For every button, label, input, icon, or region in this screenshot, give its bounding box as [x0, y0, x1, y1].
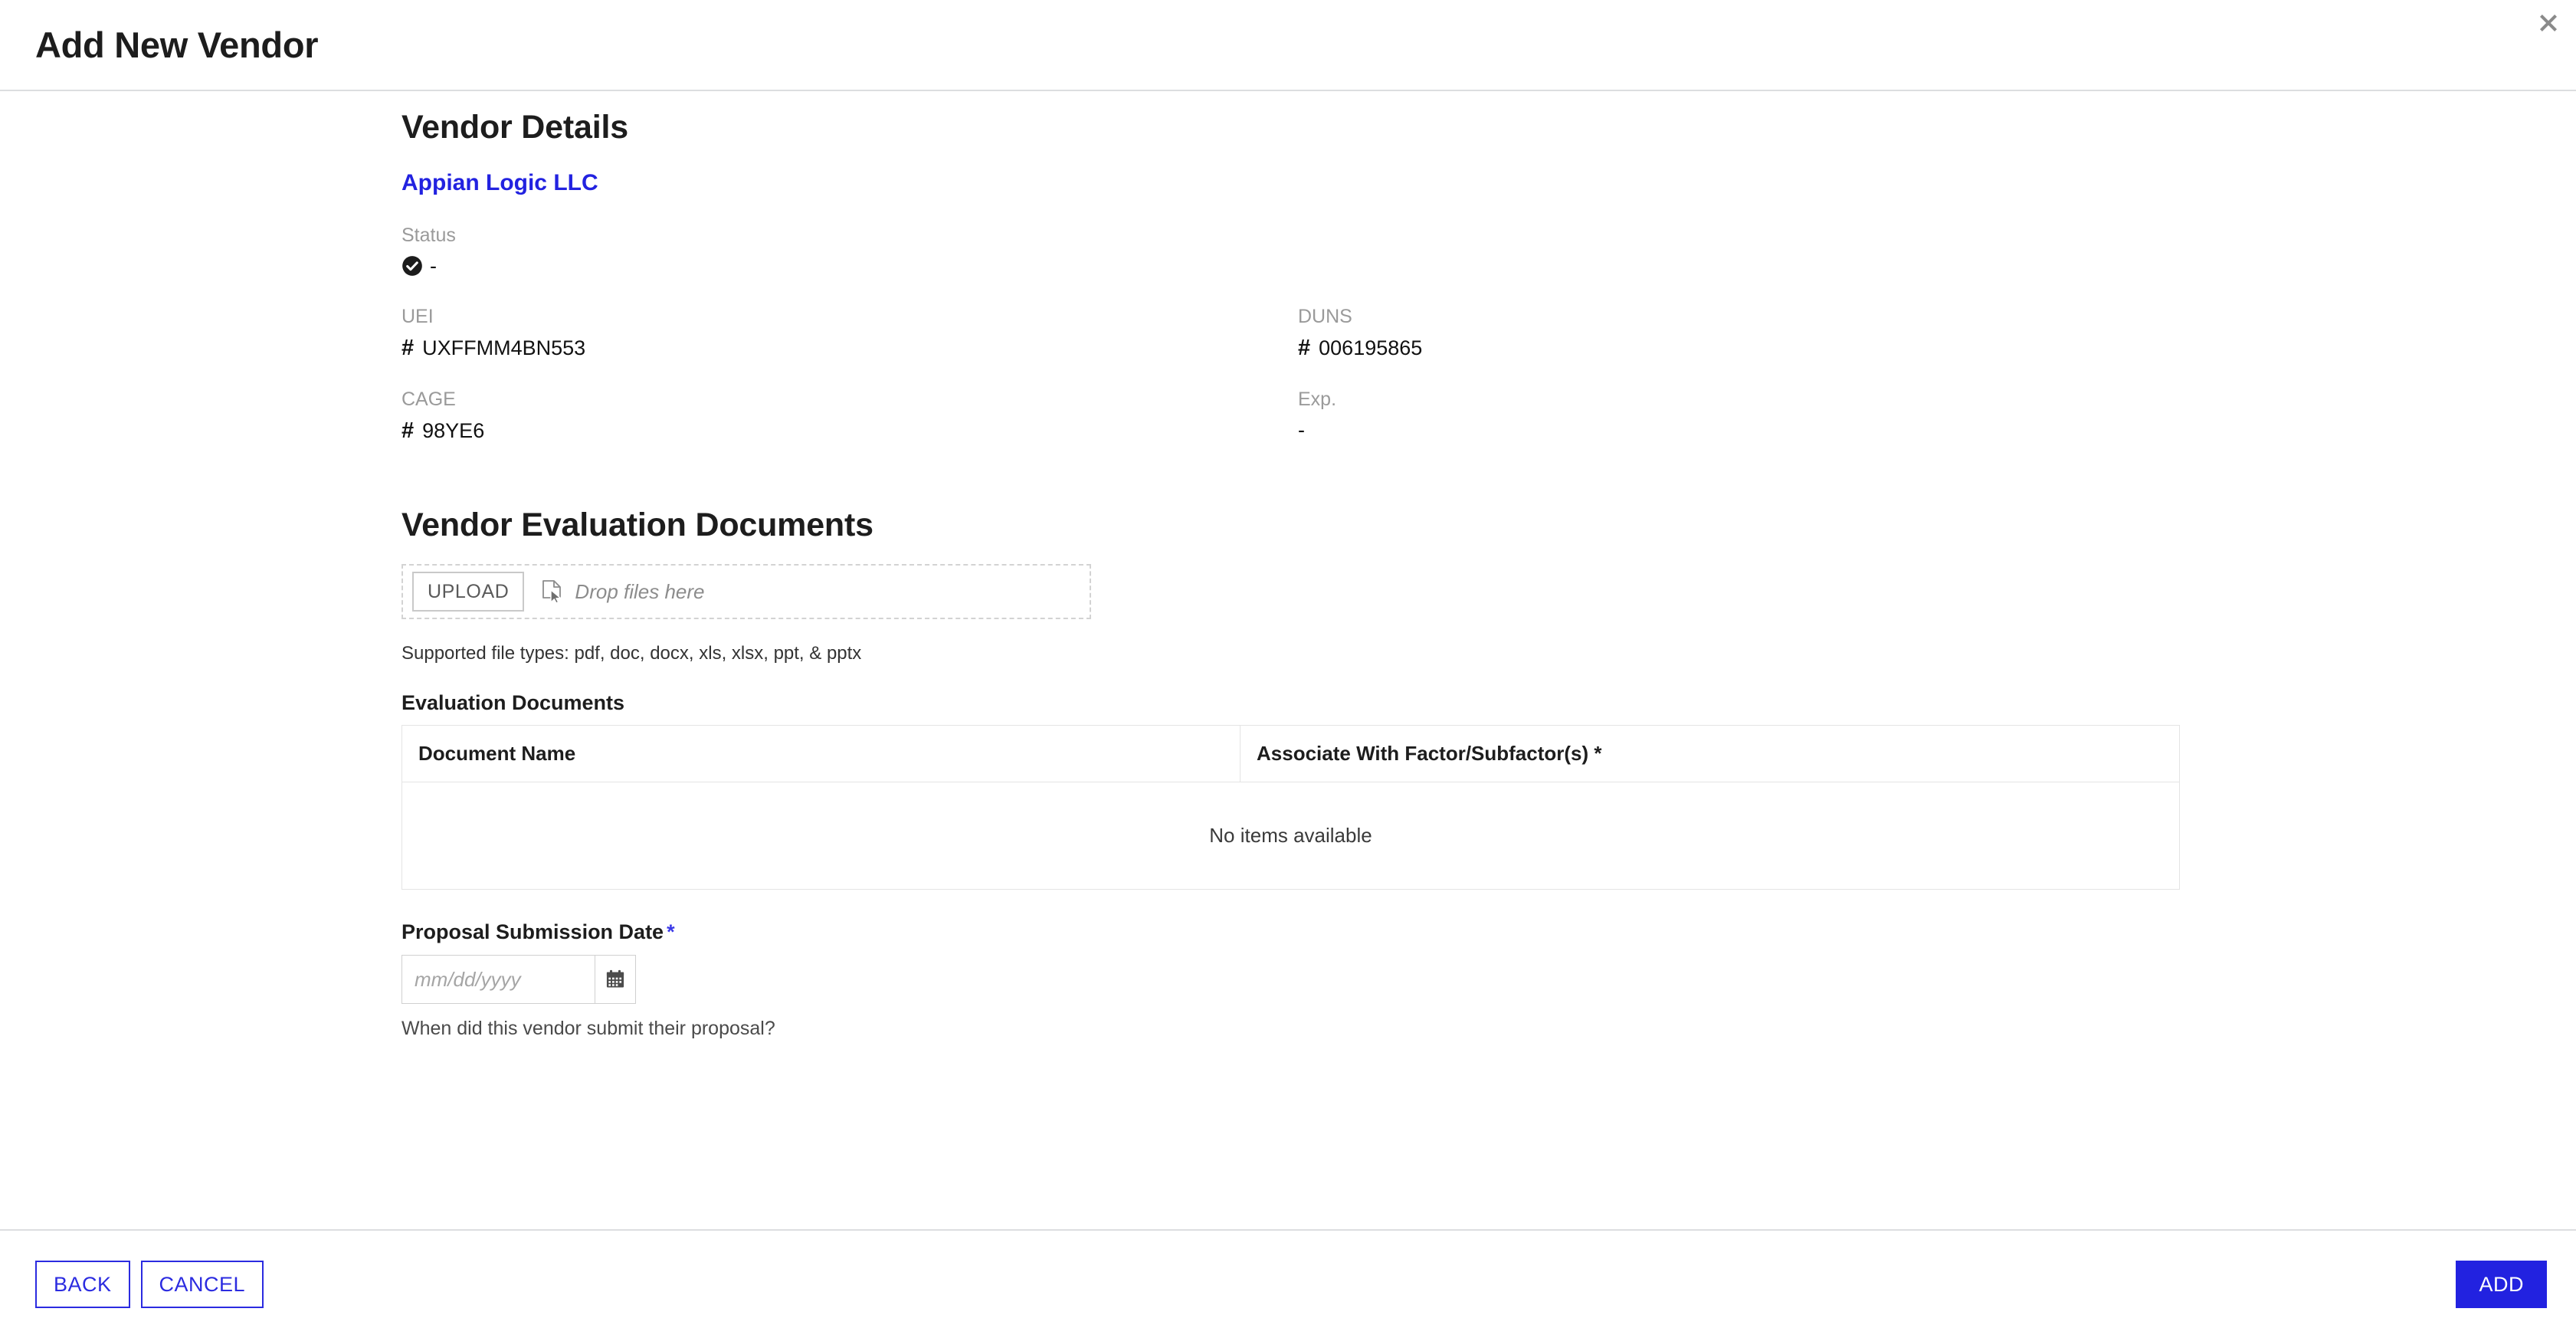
vendor-identifier-grid: UEI # UXFFMM4BN553 DUNS # 006195865 CAGE — [401, 306, 2179, 471]
back-button[interactable]: BACK — [35, 1261, 130, 1308]
drop-files-text: Drop files here — [575, 579, 705, 603]
file-drop-zone[interactable]: UPLOAD Drop files here — [401, 564, 1091, 620]
hash-icon: # — [1298, 335, 1311, 360]
calendar-icon[interactable] — [595, 955, 636, 1005]
duns-value: # 006195865 — [1298, 336, 2179, 361]
proposal-date-label-text: Proposal Submission Date — [401, 920, 664, 944]
dialog-body: Vendor Details Appian Logic LLC Status - — [0, 91, 2576, 1229]
upload-button[interactable]: UPLOAD — [412, 572, 525, 612]
required-asterisk: * — [667, 920, 675, 944]
evaluation-documents-heading: Vendor Evaluation Documents — [401, 507, 873, 544]
table-empty-message: No items available — [401, 782, 2180, 890]
exp-field: Exp. - — [1298, 389, 2179, 444]
dialog-footer: BACK CANCEL ADD — [0, 1229, 2576, 1338]
table-row: No items available — [401, 782, 2180, 890]
evaluation-documents-table: Document Name Associate With Factor/Subf… — [401, 725, 2180, 890]
footer-left-buttons: BACK CANCEL — [35, 1261, 264, 1308]
status-value: - — [401, 254, 2179, 278]
proposal-date-input[interactable] — [401, 955, 595, 1005]
column-header-associate-factor: Associate With Factor/Subfactor(s) * — [1240, 725, 2180, 783]
exp-text: - — [1298, 418, 1305, 441]
vendor-name-link[interactable]: Appian Logic LLC — [401, 170, 598, 196]
dialog-header: Add New Vendor — [0, 0, 2576, 91]
status-text: - — [430, 254, 437, 277]
cancel-button[interactable]: CANCEL — [140, 1261, 264, 1308]
status-field: Status - — [401, 225, 2179, 278]
proposal-date-label: Proposal Submission Date * — [401, 920, 2179, 944]
hash-icon: # — [401, 418, 415, 443]
add-button[interactable]: ADD — [2456, 1261, 2547, 1308]
exp-label: Exp. — [1298, 389, 1337, 411]
add-new-vendor-dialog: Add New Vendor Vendor Details Appian Log… — [0, 0, 2576, 1338]
exp-value: - — [1298, 418, 2179, 442]
status-label: Status — [401, 225, 456, 247]
duns-label: DUNS — [1298, 305, 1352, 327]
uei-text: UXFFMM4BN553 — [422, 336, 586, 359]
duns-text: 006195865 — [1319, 336, 1423, 359]
drop-area: Drop files here — [541, 579, 705, 604]
page-title: Add New Vendor — [35, 25, 319, 65]
uei-field: UEI # UXFFMM4BN553 — [401, 306, 1298, 361]
supported-file-types-text: Supported file types: pdf, doc, docx, xl… — [401, 643, 862, 664]
table-header-row: Document Name Associate With Factor/Subf… — [401, 725, 2180, 783]
check-circle-icon — [401, 255, 423, 277]
hash-icon: # — [401, 335, 415, 360]
cage-field: CAGE # 98YE6 — [401, 389, 1298, 444]
uei-label: UEI — [401, 305, 434, 327]
column-header-document-name: Document Name — [401, 725, 1240, 783]
uei-value: # UXFFMM4BN553 — [401, 336, 1298, 361]
duns-field: DUNS # 006195865 — [1298, 306, 2179, 361]
cage-label: CAGE — [401, 389, 456, 411]
close-icon[interactable] — [2532, 6, 2565, 40]
date-input-group — [401, 955, 636, 1005]
evaluation-documents-table-title: Evaluation Documents — [401, 691, 625, 715]
cage-value: # 98YE6 — [401, 418, 1298, 444]
proposal-date-hint: When did this vendor submit their propos… — [401, 1018, 775, 1040]
vendor-details-heading: Vendor Details — [401, 109, 628, 146]
file-cursor-icon — [541, 579, 564, 604]
cage-text: 98YE6 — [422, 418, 485, 442]
proposal-submission-date-block: Proposal Submission Date * mm/dd/yyyy Wh… — [401, 920, 2179, 1040]
